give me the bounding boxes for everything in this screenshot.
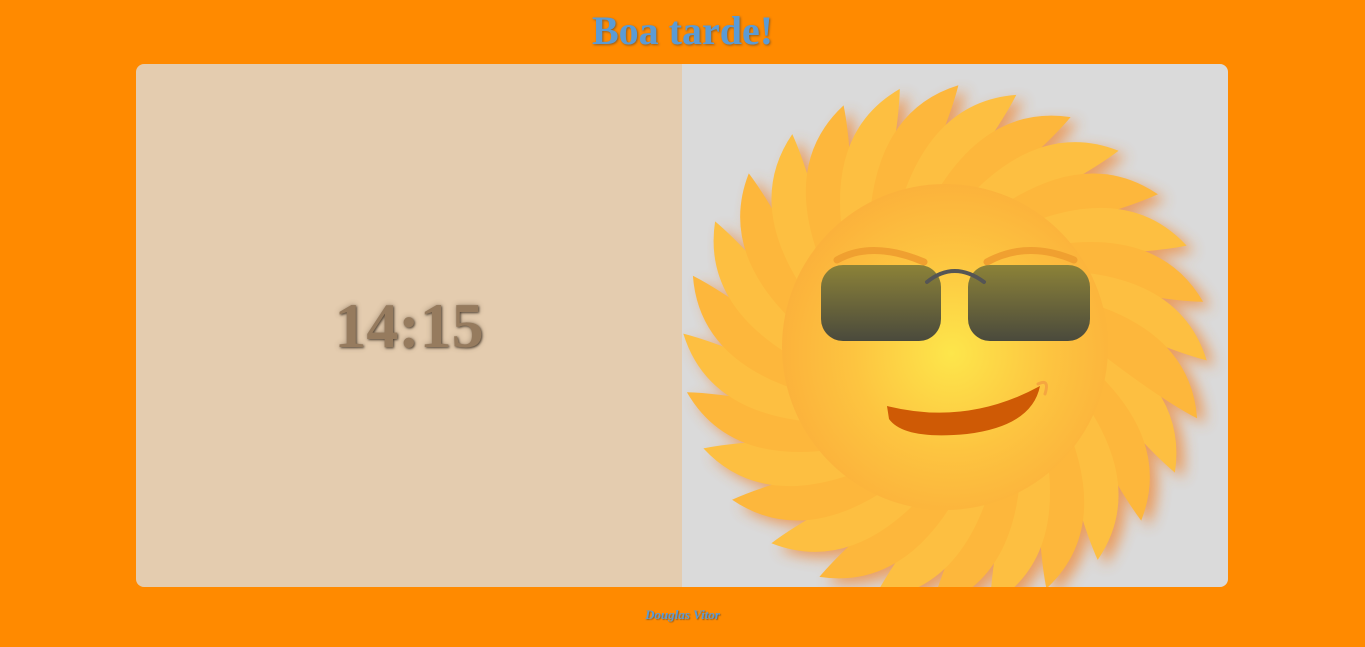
main-card: 14:15 <box>136 64 1228 587</box>
sun-sunglasses-image <box>683 85 1215 587</box>
clock-panel: 14:15 <box>136 64 682 587</box>
sun-face <box>782 184 1108 510</box>
right-lens <box>968 265 1090 341</box>
period-image-panel <box>682 64 1228 587</box>
author-credit: Douglas Vitor <box>645 607 720 622</box>
left-lens <box>821 265 941 341</box>
clock-time: 14:15 <box>334 289 484 361</box>
greeting-title: Boa tarde! <box>591 8 774 53</box>
